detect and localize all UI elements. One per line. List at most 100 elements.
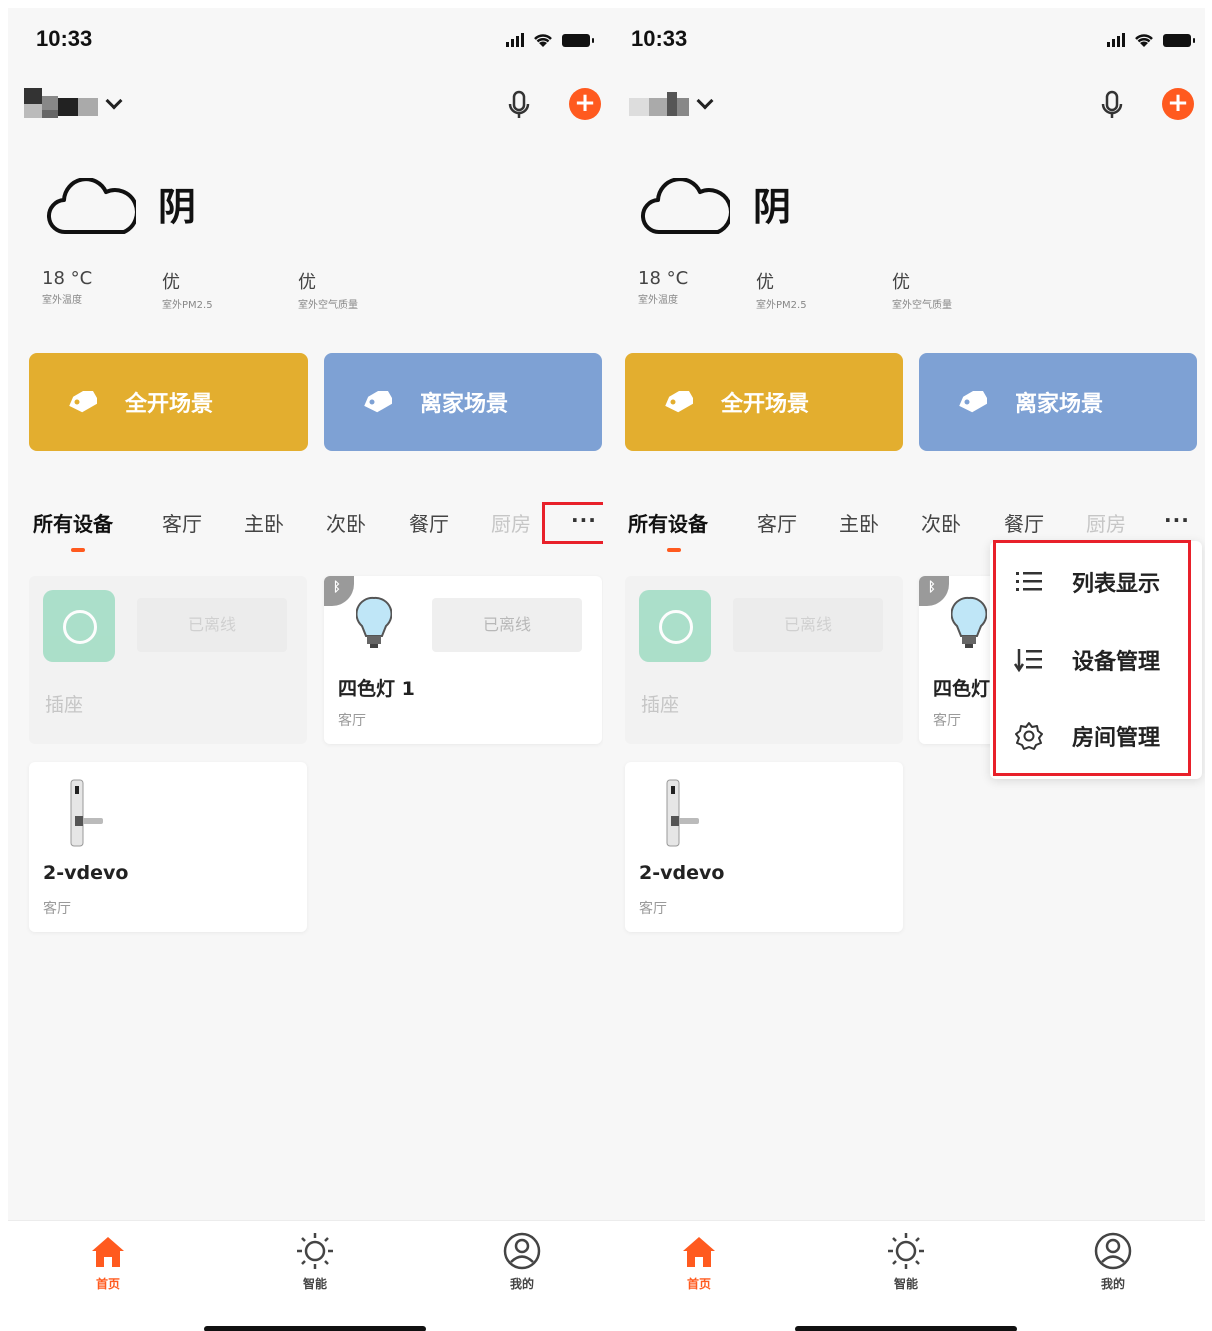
scene-label: 离家场景 [1015, 392, 1104, 417]
user-icon [1094, 1232, 1132, 1270]
battery-icon [562, 33, 594, 47]
scene-label: 全开场景 [721, 392, 810, 417]
battery-icon [1163, 33, 1195, 47]
highlight-box [993, 540, 1191, 776]
add-device-button[interactable]: + [1162, 88, 1194, 120]
tab-all-devices[interactable]: 所有设备 [628, 508, 708, 537]
device-name: 2-vdevo [639, 862, 725, 884]
phone-screen-left: 10:33 + 阴 18 °C 室外温度 优室外PM2.5 优室外空气质量 全开场… [8, 8, 604, 1331]
bluetooth-icon: ᛒ [919, 576, 949, 606]
home-name-pixelated [629, 88, 689, 122]
tab-dining-room[interactable]: 餐厅 [1004, 508, 1044, 537]
device-card-socket[interactable]: 已离线 插座 [625, 576, 903, 744]
home-selector[interactable] [629, 88, 714, 122]
socket-icon [639, 590, 711, 662]
status-badge: 已离线 [733, 598, 883, 652]
tab-active-indicator [71, 548, 85, 552]
tabbar-smart[interactable]: 智能 [285, 1231, 345, 1292]
home-icon [92, 1237, 124, 1267]
wifi-icon [534, 34, 552, 47]
weather-stat-pm25: 优室外PM2.5 [162, 272, 213, 311]
tabbar-label: 我的 [509, 1277, 534, 1291]
device-card-lock[interactable]: 2-vdevo 客厅 [625, 762, 903, 932]
room-tabs: 所有设备 客厅 主卧 次卧 餐厅 厨房 [8, 508, 604, 552]
wifi-icon [1135, 34, 1153, 47]
device-name: 2-vdevo [43, 862, 129, 884]
tab-master-bedroom[interactable]: 主卧 [839, 508, 879, 537]
chevron-down-icon [696, 92, 714, 110]
tag-icon [665, 391, 693, 413]
tab-living-room[interactable]: 客厅 [162, 508, 202, 537]
scene-card-all-on[interactable]: 全开场景 [625, 353, 903, 451]
chevron-down-icon [105, 92, 123, 110]
tabbar-home[interactable]: 首页 [78, 1231, 138, 1292]
status-icons [1107, 32, 1195, 48]
bottom-tab-bar: 首页 智能 我的 [603, 1220, 1205, 1331]
tab-second-bedroom[interactable]: 次卧 [921, 508, 961, 537]
scene-label: 全开场景 [125, 392, 214, 417]
status-time: 10:33 [631, 26, 688, 51]
tab-kitchen[interactable]: 厨房 [1086, 508, 1126, 537]
device-room: 客厅 [933, 713, 961, 729]
weather-stat-temp: 18 °C 室外温度 [42, 268, 93, 306]
device-room: 客厅 [43, 901, 71, 917]
device-name: 插座 [641, 694, 680, 716]
scene-card-all-on[interactable]: 全开场景 [29, 353, 308, 451]
tabbar-me[interactable]: 我的 [1083, 1231, 1143, 1292]
device-room: 客厅 [639, 901, 667, 917]
tabbar-label: 智能 [302, 1277, 327, 1291]
light-bulb-icon [356, 596, 392, 648]
tab-living-room[interactable]: 客厅 [757, 508, 797, 537]
device-card-socket[interactable]: 已离线 插座 [29, 576, 307, 744]
device-card-bulb[interactable]: ᛒ 已离线 四色灯 1 客厅 [324, 576, 602, 744]
status-time: 10:33 [36, 26, 93, 51]
home-icon [683, 1237, 715, 1267]
highlight-box [542, 502, 604, 544]
door-lock-icon [666, 779, 699, 847]
weather-condition: 阴 [753, 185, 792, 229]
scene-label: 离家场景 [420, 392, 509, 417]
tag-icon [364, 391, 392, 413]
microphone-icon[interactable] [508, 90, 530, 120]
microphone-icon[interactable] [1101, 90, 1123, 120]
weather-condition: 阴 [158, 185, 197, 229]
tabbar-label: 我的 [1100, 1277, 1125, 1291]
tabbar-label: 首页 [95, 1277, 120, 1291]
weather-stat-air: 优室外空气质量 [892, 272, 952, 311]
device-name: 插座 [45, 694, 84, 716]
tabbar-smart[interactable]: 智能 [876, 1231, 936, 1292]
status-icons [506, 32, 594, 48]
sun-icon [888, 1233, 924, 1269]
home-indicator [204, 1326, 426, 1331]
tag-icon [959, 391, 987, 413]
tab-second-bedroom[interactable]: 次卧 [326, 508, 366, 537]
device-name: 四色灯 [933, 678, 991, 700]
cloud-icon [641, 178, 730, 235]
tabbar-home[interactable]: 首页 [669, 1231, 729, 1292]
weather-stat-pm25: 优室外PM2.5 [756, 272, 807, 311]
device-card-lock[interactable]: 2-vdevo 客厅 [29, 762, 307, 932]
light-bulb-icon [951, 596, 987, 648]
tag-icon [69, 391, 97, 413]
signal-icon [1107, 33, 1125, 47]
tab-kitchen[interactable]: 厨房 [491, 508, 531, 537]
bluetooth-icon: ᛒ [324, 576, 354, 606]
tab-master-bedroom[interactable]: 主卧 [244, 508, 284, 537]
tabbar-label: 智能 [893, 1277, 918, 1291]
weather-stat-air: 优室外空气质量 [298, 272, 358, 311]
tabbar-me[interactable]: 我的 [492, 1231, 552, 1292]
cloud-icon [47, 178, 136, 235]
scene-card-away[interactable]: 离家场景 [919, 353, 1197, 451]
tab-dining-room[interactable]: 餐厅 [409, 508, 449, 537]
status-badge: 已离线 [137, 598, 287, 652]
more-options-button[interactable]: ··· [1164, 508, 1190, 532]
home-indicator [795, 1326, 1017, 1331]
door-lock-icon [70, 779, 103, 847]
home-selector[interactable] [24, 88, 123, 122]
scene-card-away[interactable]: 离家场景 [324, 353, 602, 451]
home-name-pixelated [24, 88, 98, 122]
weather-stat-temp: 18 °C 室外温度 [638, 268, 689, 306]
tab-all-devices[interactable]: 所有设备 [33, 508, 113, 537]
signal-icon [506, 33, 524, 47]
add-device-button[interactable]: + [569, 88, 601, 120]
